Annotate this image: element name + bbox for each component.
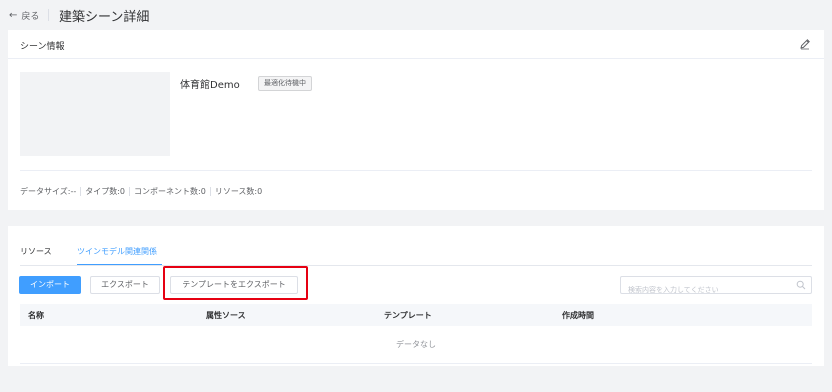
column-header-created-time: 作成時間: [562, 311, 594, 320]
header-divider: [48, 9, 49, 21]
scene-info-card: シーン情報 体育館Demo 最適化待機中 データサイズ:-- タイプ数:0 コン…: [8, 30, 824, 210]
highlight-box: [163, 266, 308, 300]
search-icon[interactable]: [796, 280, 806, 290]
empty-state: データなし: [20, 326, 812, 364]
stat-type-count: タイプ数:0: [85, 187, 126, 196]
scene-info-title: シーン情報: [20, 42, 65, 52]
stat-component-count: コンポーネント数:0: [134, 187, 206, 196]
column-header-template: テンプレート: [384, 311, 432, 320]
status-badge: 最適化待機中: [258, 76, 312, 91]
card-divider: [8, 58, 824, 59]
export-button[interactable]: エクスポート: [90, 276, 160, 294]
search-input[interactable]: [621, 282, 793, 298]
stats-divider: [20, 170, 812, 171]
page-title: 建築シーン詳細: [59, 10, 150, 25]
table-header: 名称 属性ソース テンプレート 作成時間: [20, 304, 812, 326]
stat-data-size: データサイズ:--: [20, 187, 77, 196]
back-label: 戻る: [21, 12, 40, 22]
import-button[interactable]: インポート: [19, 276, 81, 294]
stat-separator: [80, 187, 82, 196]
relations-card: リソース ツインモデル関連関係 インポート エクスポート テンプレートをエクスポ…: [8, 226, 824, 366]
column-header-attribute-source: 属性ソース: [206, 311, 246, 320]
tab-twin-model-relations[interactable]: ツインモデル関連関係: [77, 246, 157, 257]
search-box[interactable]: [620, 276, 812, 298]
scene-thumbnail: [20, 72, 170, 156]
scene-stats: データサイズ:-- タイプ数:0 コンポーネント数:0 リソース数:0: [20, 186, 262, 197]
tab-resources[interactable]: リソース: [20, 246, 52, 257]
top-bar: ← 戻る 建築シーン詳細: [0, 0, 832, 30]
stat-resource-count: リソース数:0: [214, 187, 263, 196]
column-header-name: 名称: [28, 311, 44, 320]
back-arrow-icon: ←: [9, 9, 18, 21]
stat-separator: [129, 187, 131, 196]
stat-separator: [209, 187, 211, 196]
scene-name: 体育館Demo: [180, 80, 240, 91]
back-button[interactable]: ← 戻る: [9, 9, 39, 22]
pencil-icon[interactable]: [799, 38, 811, 50]
tabs-divider: [20, 265, 812, 266]
